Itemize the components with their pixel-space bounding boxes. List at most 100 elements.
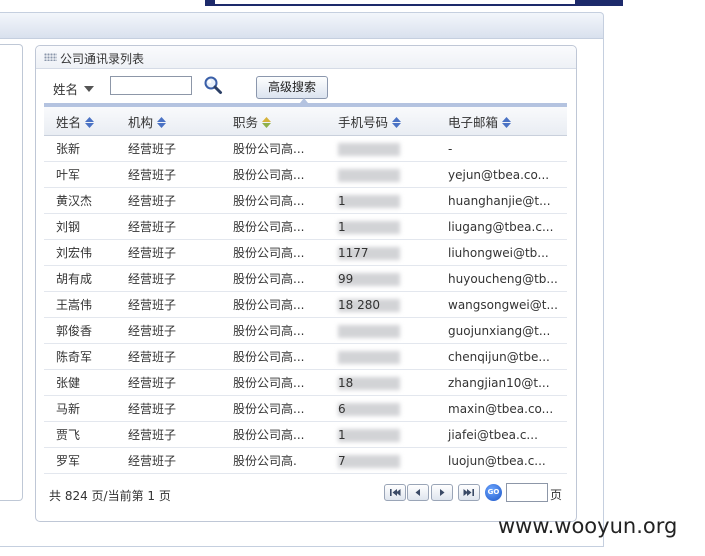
cell-email-text: guojunxiang@t...	[448, 323, 551, 338]
cell-email-text: huyoucheng@tb...	[448, 271, 558, 286]
phone-text: 18	[338, 375, 354, 390]
cell-title-text: 股份公司高...	[233, 350, 305, 364]
table-row[interactable]: 刘宏伟 经营班子 股份公司高... 1177 liuhongwei@tb...	[44, 239, 567, 266]
cell-name: 贾飞	[44, 421, 116, 448]
table-row[interactable]: 陈奇军 经营班子 股份公司高... chenqijun@tbe...	[44, 343, 567, 370]
cell-name-text: 张健	[56, 376, 81, 390]
page-unit-label: 页	[550, 488, 563, 502]
cell-phone: 18 280	[326, 291, 436, 318]
cell-email-text: -	[448, 141, 453, 156]
column-label: 职务	[233, 114, 259, 130]
cell-title: 股份公司高...	[221, 239, 326, 266]
cell-email: maxin@tbea.co...	[436, 395, 567, 422]
cell-org: 经营班子	[116, 421, 221, 448]
cell-title-text: 股份公司高...	[233, 376, 305, 390]
cell-name: 王嵩伟	[44, 291, 116, 318]
chevron-down-icon	[84, 86, 95, 92]
contacts-panel: 公司通讯录列表 姓名 高级搜索 姓名 机构 职务 手机号码 电子邮箱 张新 经营班…	[35, 45, 577, 522]
cell-org: 经营班子	[116, 291, 221, 318]
table-row[interactable]: 马新 经营班子 股份公司高... 6 maxin@tbea.co...	[44, 395, 567, 422]
cell-email: chenqijun@tbe...	[436, 343, 567, 370]
sort-arrows-icon	[262, 116, 272, 128]
table-row[interactable]: 郭俊香 经营班子 股份公司高... guojunxiang@t...	[44, 317, 567, 344]
column-header-org[interactable]: 机构	[116, 107, 221, 136]
cell-name: 刘宏伟	[44, 239, 116, 266]
redacted-phone-blur	[338, 402, 400, 416]
cell-title-text: 股份公司高...	[233, 272, 305, 286]
cell-name: 张健	[44, 369, 116, 396]
cell-org-text: 经营班子	[128, 324, 177, 338]
cell-name-text: 郭俊香	[56, 324, 93, 338]
cell-org-text: 经营班子	[128, 350, 177, 364]
table-row[interactable]: 黄汉杰 经营班子 股份公司高... 1 huanghanjie@t...	[44, 187, 567, 214]
cell-email: wangsongwei@t...	[436, 291, 567, 318]
cell-email: -	[436, 135, 567, 162]
table-header-row: 姓名 机构 职务 手机号码 电子邮箱	[44, 107, 567, 136]
column-header-phone[interactable]: 手机号码	[326, 107, 436, 136]
table-row[interactable]: 王嵩伟 经营班子 股份公司高... 18 280 wangsongwei@t...	[44, 291, 567, 318]
search-field-label: 姓名	[53, 82, 79, 97]
cell-title-text: 股份公司高...	[233, 168, 305, 182]
cell-email: jiafei@tbea.c...	[436, 421, 567, 448]
sort-arrows-icon	[85, 116, 95, 128]
cell-email: huanghanjie@t...	[436, 187, 567, 214]
cell-phone	[326, 161, 436, 188]
cell-org: 经营班子	[116, 369, 221, 396]
last-page-icon[interactable]	[458, 484, 480, 501]
table-row[interactable]: 叶军 经营班子 股份公司高... yejun@tbea.co...	[44, 161, 567, 188]
cell-org-text: 经营班子	[128, 142, 177, 156]
prev-page-icon[interactable]	[407, 484, 429, 501]
cell-name-text: 王嵩伟	[56, 298, 93, 312]
cell-email: guojunxiang@t...	[436, 317, 567, 344]
watermark: www.wooyun.org	[498, 514, 678, 538]
cell-phone	[326, 343, 436, 370]
cell-org-text: 经营班子	[128, 272, 177, 286]
cell-phone	[326, 135, 436, 162]
cell-title: 股份公司高...	[221, 421, 326, 448]
column-label: 姓名	[56, 114, 82, 130]
advanced-search-button[interactable]: 高级搜索	[256, 76, 328, 99]
cell-email-text: chenqijun@tbe...	[448, 349, 550, 364]
cell-email-text: liuhongwei@tb...	[448, 245, 549, 260]
phone-text: 1	[338, 219, 346, 234]
cell-org: 经营班子	[116, 447, 221, 474]
cell-email-text: jiafei@tbea.c...	[448, 427, 538, 442]
go-icon[interactable]: GO	[485, 484, 502, 501]
cell-phone: 1177	[326, 239, 436, 266]
top-bar-highlight	[215, 0, 575, 4]
table-row[interactable]: 刘钢 经营班子 股份公司高... 1 liugang@tbea.c...	[44, 213, 567, 240]
table-row[interactable]: 胡有成 经营班子 股份公司高... 99 huyoucheng@tb...	[44, 265, 567, 292]
cell-title: 股份公司高...	[221, 213, 326, 240]
table-row[interactable]: 贾飞 经营班子 股份公司高... 1 jiafei@tbea.c...	[44, 421, 567, 448]
next-page-icon[interactable]	[431, 484, 453, 501]
search-input[interactable]	[110, 76, 192, 95]
table-row[interactable]: 张健 经营班子 股份公司高... 18 zhangjian10@t...	[44, 369, 567, 396]
column-header-email[interactable]: 电子邮箱	[436, 107, 567, 136]
cell-org-text: 经营班子	[128, 428, 177, 442]
cell-org-text: 经营班子	[128, 194, 177, 208]
cell-title-text: 股份公司高...	[233, 428, 305, 442]
panel-title: 公司通讯录列表	[60, 52, 145, 66]
table-row[interactable]: 张新 经营班子 股份公司高... -	[44, 135, 567, 162]
table-body: 张新 经营班子 股份公司高... - 叶军 经营班子 股份公司高... yejun@tbea.…	[44, 135, 567, 474]
left-side-panel	[0, 44, 23, 501]
page-number-input[interactable]	[506, 483, 548, 502]
cell-title: 股份公司高.	[221, 447, 326, 474]
search-icon[interactable]	[203, 75, 223, 95]
contacts-table: 姓名 机构 职务 手机号码 电子邮箱 张新 经营班子 股份公司高... - 叶军 经营班子…	[44, 107, 567, 474]
first-page-icon[interactable]	[384, 484, 406, 501]
column-header-name[interactable]: 姓名	[44, 107, 116, 136]
cell-phone	[326, 317, 436, 344]
search-field-select[interactable]: 姓名	[53, 79, 95, 98]
cell-title-text: 股份公司高...	[233, 142, 305, 156]
cell-email-text: wangsongwei@t...	[448, 297, 558, 312]
cell-org: 经营班子	[116, 239, 221, 266]
column-header-title[interactable]: 职务	[221, 107, 326, 136]
table-row[interactable]: 罗军 经营班子 股份公司高. 7 luojun@tbea.c...	[44, 447, 567, 474]
cell-email-text: yejun@tbea.co...	[448, 167, 550, 182]
phone-text: 1	[338, 427, 346, 442]
cell-phone: 1	[326, 421, 436, 448]
cell-email-text: zhangjian10@t...	[448, 375, 550, 390]
cell-email-text: liugang@tbea.c...	[448, 219, 554, 234]
phone-text: 18 280	[338, 297, 380, 312]
